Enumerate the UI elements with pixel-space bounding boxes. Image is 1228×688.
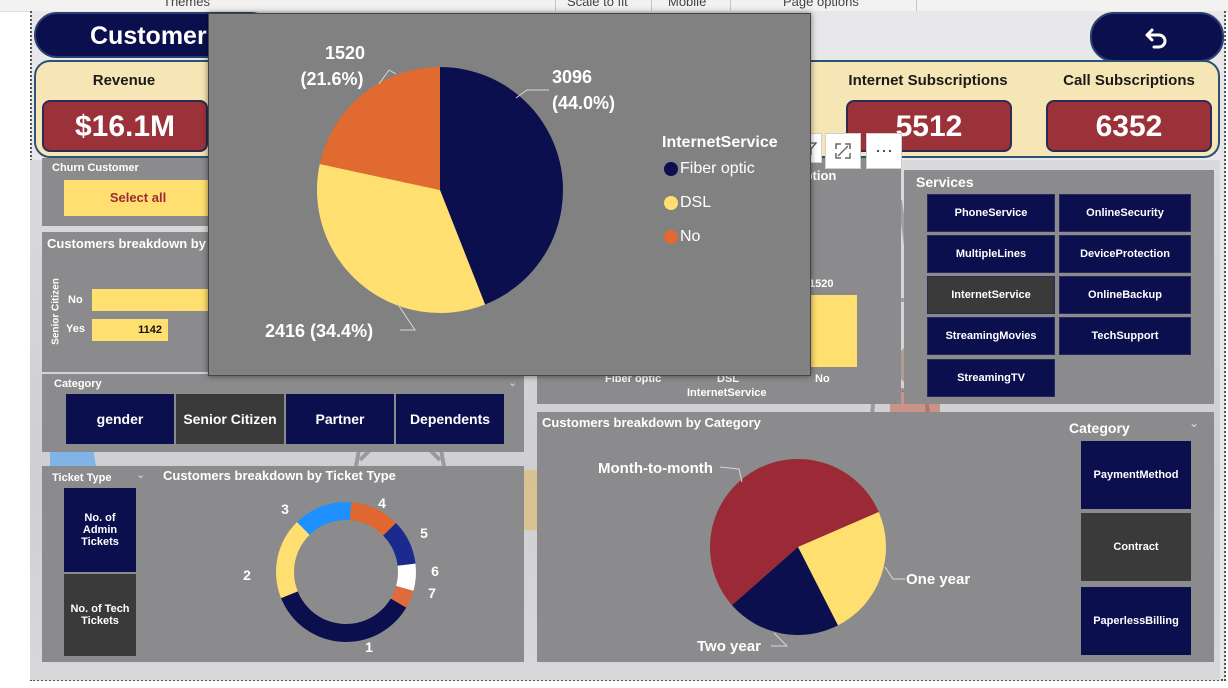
internet-cat-no: No	[815, 373, 830, 385]
category-contract[interactable]: Contract	[1081, 513, 1191, 581]
ticket-slicer-title: Ticket Type	[52, 472, 112, 484]
expand-glyph	[835, 143, 851, 159]
focus-mode-icon[interactable]	[825, 133, 861, 169]
pie-label-fiber-value: 3096	[552, 67, 592, 87]
senior-chart-title: Customers breakdown by	[47, 236, 206, 251]
service-multiple-lines[interactable]: MultipleLines	[927, 235, 1055, 273]
churn-select-all[interactable]: Select all	[64, 180, 212, 216]
ticket-admin-button[interactable]: No. of Admin Tickets	[64, 488, 136, 572]
donut-label-1: 1	[365, 639, 373, 655]
ticket-tech-button[interactable]: No. of Tech Tickets	[64, 574, 136, 656]
service-device-protection[interactable]: DeviceProtection	[1059, 235, 1191, 273]
legend-swatch-no	[664, 230, 678, 244]
category-senior-citizen[interactable]: Senior Citizen	[176, 394, 284, 444]
service-streaming-tv[interactable]: StreamingTV	[927, 359, 1055, 397]
donut-label-2: 2	[243, 567, 251, 583]
pie-slice-2[interactable]	[297, 502, 352, 535]
service-online-backup[interactable]: OnlineBackup	[1059, 276, 1191, 314]
back-button[interactable]	[1090, 12, 1224, 62]
pie-label-no-value: 1520	[325, 43, 365, 63]
ribbon-separator	[916, 0, 917, 11]
kpi-call-label: Call Subscriptions	[1063, 72, 1195, 89]
category-slicer-right-title: Category	[1069, 420, 1130, 436]
undo-arrow-icon	[1145, 28, 1167, 49]
kpi-revenue-value: $16.1M	[42, 100, 208, 152]
category-pie-chart: Customers breakdown by Category Month-to…	[537, 412, 1059, 662]
leader-fiber	[515, 89, 549, 99]
legend-swatch-dsl	[664, 196, 678, 210]
pie-label-one-year: One year	[906, 571, 970, 588]
category-slicer: Category ⌄ gender Senior Citizen Partner…	[42, 374, 524, 452]
ribbon-mobile[interactable]: Mobile	[668, 0, 706, 9]
legend-item-no[interactable]: No	[664, 228, 700, 246]
senior-axis-label: Senior Citizen	[50, 278, 62, 345]
senior-citizen-chart: Customers breakdown by Senior Citizen No…	[42, 232, 212, 372]
pie-label-dsl: 2416 (34.4%)	[265, 321, 373, 341]
senior-bar-yes: 1142	[92, 319, 168, 341]
senior-bar-no	[92, 289, 212, 311]
ribbon-themes[interactable]: Themes	[163, 0, 210, 9]
kpi-call-value: 6352	[1046, 100, 1212, 152]
pie-slice-5[interactable]	[396, 563, 416, 591]
chevron-down-icon[interactable]: ⌄	[508, 376, 517, 389]
internet-axis-title: InternetService	[687, 387, 767, 399]
churn-slicer: Churn Customer Select all	[42, 158, 212, 226]
category-slicer-title: Category	[54, 378, 102, 390]
pie-label-month-to-month: Month-to-month	[598, 460, 713, 477]
category-paperless-billing[interactable]: PaperlessBilling	[1081, 587, 1191, 655]
service-tech-support[interactable]: TechSupport	[1059, 317, 1191, 355]
internet-service-pie-popup: 3096 (44.0%) 2416 (34.4%) 1520 (21.6%) Inter…	[208, 13, 811, 376]
leader-month	[719, 466, 743, 483]
pie-label-two-year: Two year	[697, 638, 761, 655]
ribbon-separator	[651, 0, 652, 11]
legend-item-fiber[interactable]: Fiber optic	[664, 160, 755, 178]
category-payment-method[interactable]: PaymentMethod	[1081, 441, 1191, 509]
donut-label-6: 6	[431, 563, 439, 579]
service-internet[interactable]: InternetService	[927, 276, 1055, 314]
popup-pie-svg: 3096 (44.0%) 2416 (34.4%) 1520 (21.6%)	[265, 43, 615, 341]
category-partner[interactable]: Partner	[286, 394, 394, 444]
legend-label-dsl: DSL	[680, 194, 712, 211]
category-gender[interactable]: gender	[66, 394, 174, 444]
ribbon-scale[interactable]: Scale to fit	[567, 0, 628, 9]
category-slicer-right: Category ⌄ PaymentMethod Contract Paperl…	[1059, 412, 1214, 662]
pie-label-no-percent: (21.6%)	[300, 69, 363, 89]
chevron-down-icon[interactable]: ⌄	[136, 468, 145, 481]
leader-one-year	[884, 566, 905, 580]
kpi-internet-label: Internet Subscriptions	[848, 72, 1008, 89]
leader-two-year	[771, 632, 789, 647]
service-online-security[interactable]: OnlineSecurity	[1059, 194, 1191, 232]
ribbon-separator	[730, 0, 731, 11]
category-pie-svg: Month-to-month One year Two year	[598, 459, 970, 655]
senior-cat-yes: Yes	[66, 323, 85, 335]
legend-label-fiber: Fiber optic	[680, 160, 755, 177]
services-slicer: Services PhoneService OnlineSecurity Mul…	[904, 170, 1214, 404]
pie-label-fiber-percent: (44.0%)	[552, 93, 615, 113]
ribbon-page-options[interactable]: Page options	[783, 0, 859, 9]
ticket-donut-svg: 1 2 3 4 5 6 7	[243, 495, 439, 655]
chevron-down-icon[interactable]: ⌄	[1189, 416, 1199, 430]
legend-item-dsl[interactable]: DSL	[664, 194, 711, 212]
pie-slice-1[interactable]	[276, 521, 310, 599]
popup-legend-title: InternetService	[662, 134, 778, 151]
service-streaming-movies[interactable]: StreamingMovies	[927, 317, 1055, 355]
legend-swatch-fiber	[664, 162, 678, 176]
ticket-type-slicer: Ticket Type ⌄ No. of Admin Tickets No. o…	[42, 466, 158, 662]
donut-label-4: 4	[378, 495, 386, 511]
services-title: Services	[916, 174, 974, 190]
kpi-revenue-label: Revenue	[92, 72, 156, 89]
more-options-icon[interactable]: ⋯	[866, 133, 902, 169]
senior-cat-no: No	[68, 294, 83, 306]
donut-label-3: 3	[281, 501, 289, 517]
pie-slice-0[interactable]	[281, 591, 407, 642]
ribbon-separator	[555, 0, 556, 11]
churn-slicer-title: Churn Customer	[52, 162, 139, 174]
service-phone[interactable]: PhoneService	[927, 194, 1055, 232]
internet-bar-label: 1520	[809, 278, 834, 290]
donut-label-5: 5	[420, 525, 428, 541]
ticket-donut-chart: Customers breakdown by Ticket Type 12345…	[158, 466, 524, 662]
legend-label-no: No	[680, 228, 701, 245]
category-dependents[interactable]: Dependents	[396, 394, 504, 444]
donut-label-7: 7	[428, 585, 436, 601]
